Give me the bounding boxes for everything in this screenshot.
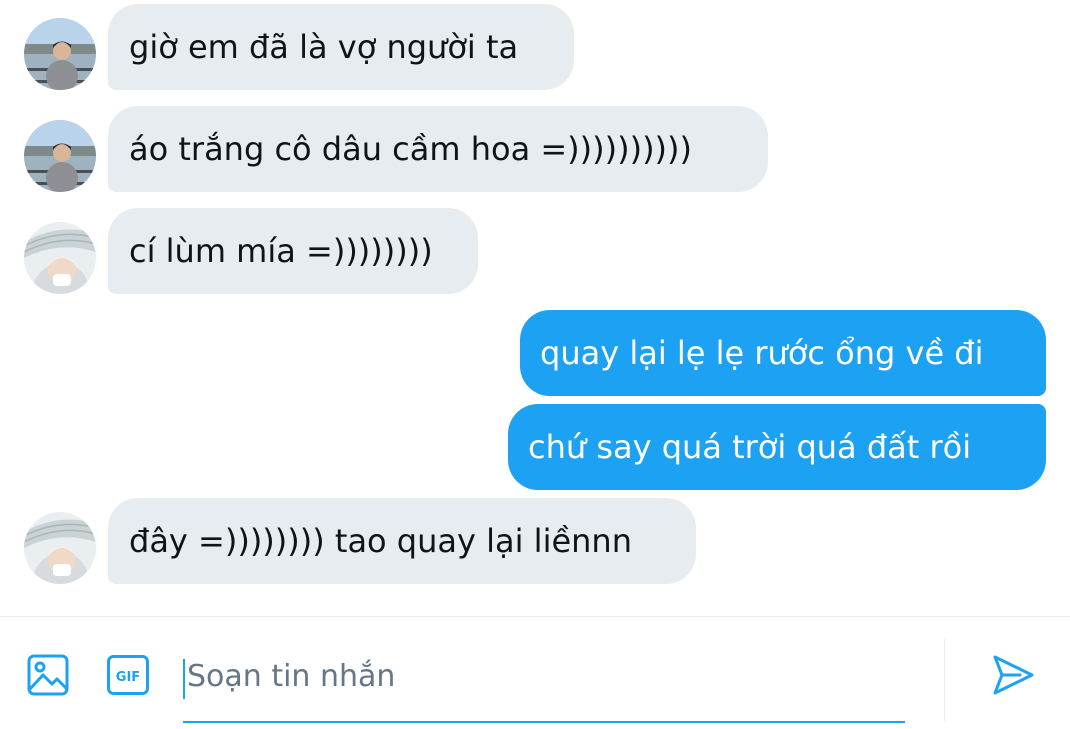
send-button[interactable]	[990, 653, 1036, 697]
avatar[interactable]	[24, 512, 96, 584]
profile-photo-icon	[24, 18, 96, 90]
message-bubble-incoming[interactable]: giờ em đã là vợ người ta	[108, 4, 574, 90]
profile-photo-icon	[24, 512, 96, 584]
message-composer: GIF Soạn tin nhắn	[0, 616, 1070, 729]
message-bubble-incoming[interactable]: đây =)))))))) tao quay lại liềnnn	[108, 498, 696, 584]
gif-icon: GIF	[107, 655, 149, 695]
profile-photo-icon	[24, 120, 96, 192]
message-bubble-incoming[interactable]: áo trắng cô dâu cầm hoa =))))))))))	[108, 106, 768, 192]
message-input-placeholder: Soạn tin nhắn	[187, 659, 396, 694]
message-input[interactable]: Soạn tin nhắn	[183, 641, 905, 723]
message-thread: giờ em đã là vợ người ta áo trắng cô dâu…	[0, 0, 1070, 615]
message-bubble-outgoing[interactable]: chứ say quá trời quá đất rồi	[508, 404, 1046, 490]
avatar[interactable]	[24, 120, 96, 192]
gif-label: GIF	[116, 670, 140, 685]
image-icon	[27, 654, 69, 696]
add-media-button[interactable]	[26, 653, 70, 697]
avatar[interactable]	[24, 18, 96, 90]
message-bubble-incoming[interactable]: cí lùm mía =))))))))	[108, 208, 478, 294]
text-caret	[183, 659, 185, 699]
send-icon	[993, 655, 1034, 695]
profile-photo-icon	[24, 222, 96, 294]
add-gif-button[interactable]: GIF	[106, 653, 150, 697]
avatar[interactable]	[24, 222, 96, 294]
message-bubble-outgoing[interactable]: quay lại lẹ lẹ rước ổng về đi	[520, 310, 1046, 396]
composer-divider	[944, 639, 945, 721]
